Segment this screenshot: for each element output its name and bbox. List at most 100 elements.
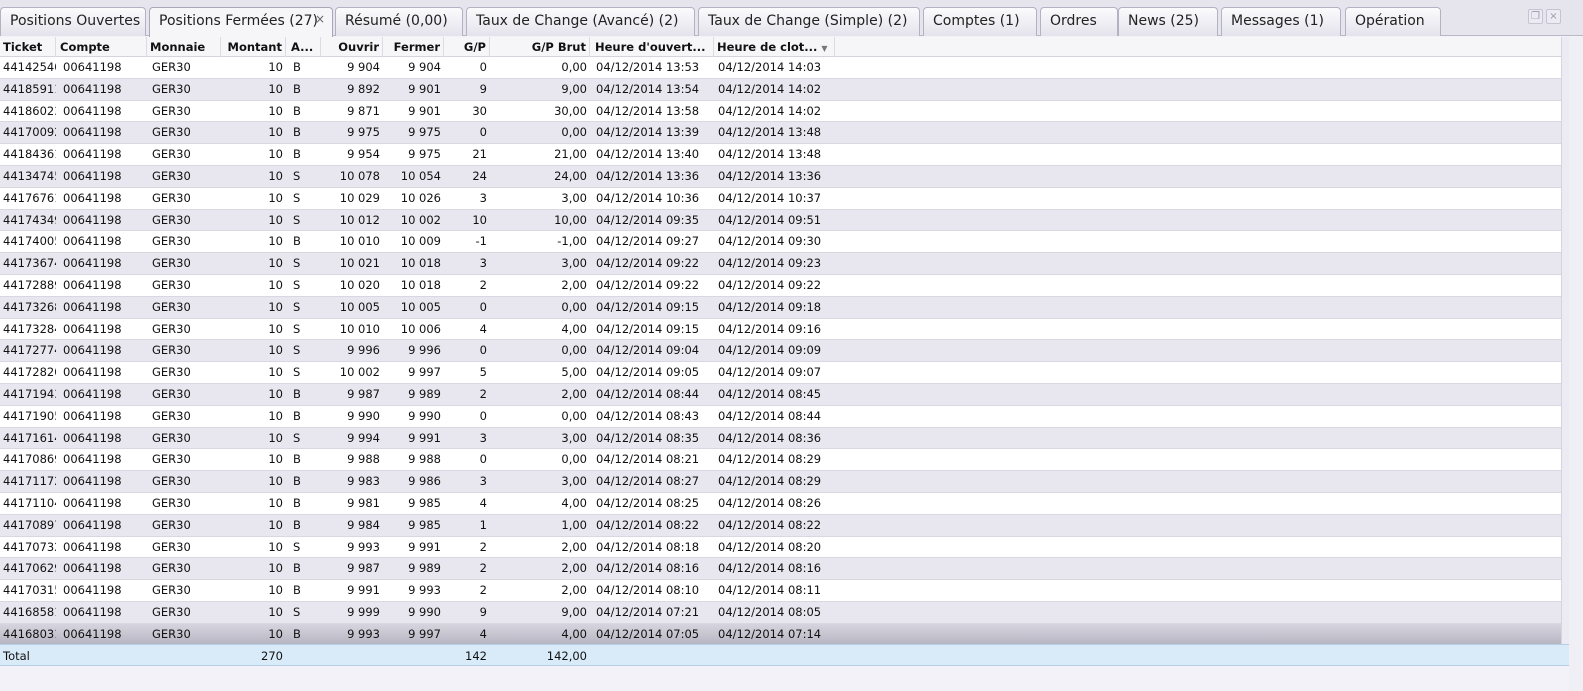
- table-row[interactable]: 44170897 00641198 GER30 10 B 9 984 9 985 1 1,00 0…: [0, 514, 1561, 537]
- cell-heure-ouverture: 04/12/2014 08:35: [596, 430, 700, 445]
- cell-fermer: 9 985: [408, 495, 441, 510]
- tab-messages[interactable]: Messages (1): [1221, 7, 1341, 36]
- column-header-montant[interactable]: Montant: [221, 37, 286, 57]
- table-row[interactable]: 44186023 00641198 GER30 10 B 9 871 9 901 30 30,0…: [0, 100, 1561, 123]
- cell-ouvrir: 10 005: [339, 299, 380, 314]
- cell-gp-brut: 2,00: [561, 561, 587, 576]
- cell-gp: 1: [479, 517, 487, 532]
- cell-monnaie: GER30: [152, 212, 191, 227]
- table-row[interactable]: 44173268 00641198 GER30 10 S 10 005 10 005 0 0,0…: [0, 296, 1561, 319]
- table-row[interactable]: 44170869 00641198 GER30 10 B 9 988 9 988 0 0,00 0…: [0, 449, 1561, 472]
- column-header-action[interactable]: A...: [288, 37, 321, 57]
- column-header-ticket[interactable]: Ticket: [0, 37, 56, 57]
- cell-montant: 10: [268, 430, 283, 445]
- column-header-gp-brut[interactable]: G/P Brut: [490, 37, 590, 57]
- table-row[interactable]: 44170732 00641198 GER30 10 S 9 993 9 991 2 2,00 0…: [0, 536, 1561, 559]
- table-row[interactable]: 44172889 00641198 GER30 10 S 10 020 10 018 2 2,0…: [0, 274, 1561, 297]
- cell-montant: 10: [268, 103, 283, 118]
- table-row[interactable]: 44171614 00641198 GER30 10 S 9 994 9 991 3 3,00 0…: [0, 427, 1561, 450]
- column-header-heure-cloture[interactable]: Heure de clot... ▼: [714, 37, 835, 57]
- table-row[interactable]: 44171104 00641198 GER30 10 B 9 981 9 985 4 4,00 0…: [0, 492, 1561, 515]
- cell-fermer: 9 986: [408, 474, 441, 489]
- cell-action: B: [293, 81, 301, 96]
- tab-label: Résumé (0,00): [345, 13, 448, 29]
- table-row[interactable]: 44170629 00641198 GER30 10 B 9 987 9 989 2 2,00 0…: [0, 558, 1561, 581]
- cell-compte: 00641198: [63, 343, 122, 358]
- cell-heure-ouverture: 04/12/2014 08:22: [596, 517, 700, 532]
- table-row[interactable]: 44173284 00641198 GER30 10 S 10 010 10 006 4 4,0…: [0, 318, 1561, 341]
- cell-ouvrir: 10 029: [339, 190, 380, 205]
- tab-positions-ouvertes[interactable]: Positions Ouvertes: [0, 7, 146, 36]
- table-row[interactable]: 44185911 00641198 GER30 10 B 9 892 9 901 9 9,00 0…: [0, 78, 1561, 101]
- column-header-ouvrir[interactable]: Ouvrir: [321, 37, 383, 57]
- cell-action: B: [293, 103, 301, 118]
- tab-news[interactable]: News (25): [1118, 7, 1218, 36]
- table-row[interactable]: 44171905 00641198 GER30 10 B 9 990 9 990 0 0,00 0…: [0, 405, 1561, 428]
- table-row[interactable]: 44170315 00641198 GER30 10 B 9 991 9 993 2 2,00 0…: [0, 580, 1561, 602]
- table-row[interactable]: 44173674 00641198 GER30 10 S 10 021 10 018 3 3,0…: [0, 253, 1561, 275]
- table-row[interactable]: 44174349 00641198 GER30 10 S 10 012 10 002 10 10…: [0, 209, 1561, 232]
- cell-gp: 4: [479, 626, 487, 641]
- column-header-heure-ouverture[interactable]: Heure d'ouvert...: [592, 37, 714, 57]
- column-header-fermer[interactable]: Fermer: [383, 37, 444, 57]
- cell-heure-cloture: 04/12/2014 13:48: [718, 125, 822, 140]
- cell-ticket: 44185911: [3, 81, 56, 96]
- tab-comptes[interactable]: Comptes (1): [923, 7, 1037, 36]
- table-row[interactable]: 44172820 00641198 GER30 10 S 10 002 9 997 5 5,00…: [0, 362, 1561, 384]
- cell-fermer: 10 026: [400, 190, 441, 205]
- table-row[interactable]: 44171172 00641198 GER30 10 B 9 983 9 986 3 3,00 0…: [0, 471, 1561, 493]
- cell-montant: 10: [268, 147, 283, 162]
- cell-heure-ouverture: 04/12/2014 07:21: [596, 604, 700, 619]
- table-row[interactable]: 44172774 00641198 GER30 10 S 9 996 9 996 0 0,00 0…: [0, 340, 1561, 363]
- cell-heure-cloture: 04/12/2014 13:36: [718, 168, 822, 183]
- cell-fermer: 10 002: [400, 212, 441, 227]
- table-row[interactable]: 44170092 00641198 GER30 10 B 9 975 9 975 0 0,00 0…: [0, 122, 1561, 145]
- cell-fermer: 9 989: [408, 386, 441, 401]
- tab-operation[interactable]: Opération: [1345, 7, 1441, 36]
- cell-gp: 2: [479, 583, 487, 598]
- table-row[interactable]: 44134745 00641198 GER30 10 S 10 078 10 054 24 24…: [0, 165, 1561, 188]
- cell-action: S: [293, 168, 301, 183]
- table-row[interactable]: 44142540 00641198 GER30 10 B 9 904 9 904 0 0,00 0…: [0, 57, 1561, 79]
- cell-monnaie: GER30: [152, 277, 191, 292]
- cell-ouvrir: 9 993: [347, 539, 380, 554]
- cell-compte: 00641198: [63, 234, 122, 249]
- cell-gp-brut: 0,00: [561, 343, 587, 358]
- tab-taux-change-simple[interactable]: Taux de Change (Simple) (2): [698, 7, 920, 36]
- vertical-scrollbar[interactable]: [1561, 37, 1569, 644]
- cell-monnaie: GER30: [152, 408, 191, 423]
- cell-gp-brut: 3,00: [561, 190, 587, 205]
- cell-montant: 10: [268, 408, 283, 423]
- column-header-compte[interactable]: Compte: [57, 37, 147, 57]
- cell-monnaie: GER30: [152, 81, 191, 96]
- cell-heure-ouverture: 04/12/2014 09:05: [596, 365, 700, 380]
- cell-gp: 2: [479, 561, 487, 576]
- tab-positions-fermees[interactable]: Positions Fermées (27) ×: [149, 7, 333, 37]
- cell-fermer: 10 006: [400, 321, 441, 336]
- cell-action: B: [293, 60, 301, 74]
- table-row[interactable]: 44184361 00641198 GER30 10 B 9 954 9 975 21 21,0…: [0, 144, 1561, 166]
- cell-ouvrir: 9 871: [347, 103, 380, 118]
- close-tab-icon[interactable]: ×: [315, 12, 325, 26]
- cell-ticket: 44172889: [3, 277, 56, 292]
- table-row[interactable]: 44176761 00641198 GER30 10 S 10 029 10 026 3 3,0…: [0, 187, 1561, 210]
- total-gp: 142: [465, 649, 487, 663]
- column-header-gp[interactable]: G/P: [444, 37, 490, 57]
- cell-compte: 00641198: [63, 604, 122, 619]
- column-header-monnaie[interactable]: Monnaie: [147, 37, 221, 57]
- cell-ouvrir: 10 010: [339, 234, 380, 249]
- cell-compte: 00641198: [63, 561, 122, 576]
- tab-resume[interactable]: Résumé (0,00): [335, 7, 463, 36]
- restore-window-button[interactable]: ❐: [1528, 9, 1543, 24]
- table-row[interactable]: 44171943 00641198 GER30 10 B 9 987 9 989 2 2,00 0…: [0, 383, 1561, 406]
- cell-fermer: 9 901: [408, 103, 441, 118]
- cell-montant: 10: [268, 626, 283, 641]
- table-row[interactable]: 44168031 00641198 GER30 10 B 9 993 9 997 4 4,00 0…: [0, 623, 1561, 646]
- cell-ticket: 44184361: [3, 147, 56, 162]
- close-window-button[interactable]: ×: [1546, 9, 1561, 24]
- table-row[interactable]: 44174005 00641198 GER30 10 B 10 010 10 009 -1 -1…: [0, 231, 1561, 254]
- cell-heure-ouverture: 04/12/2014 13:58: [596, 103, 700, 118]
- tab-ordres[interactable]: Ordres: [1040, 7, 1118, 36]
- table-row[interactable]: 44168581 00641198 GER30 10 S 9 999 9 990 9 9,00 0…: [0, 601, 1561, 624]
- tab-taux-change-avance[interactable]: Taux de Change (Avancé) (2): [466, 7, 695, 36]
